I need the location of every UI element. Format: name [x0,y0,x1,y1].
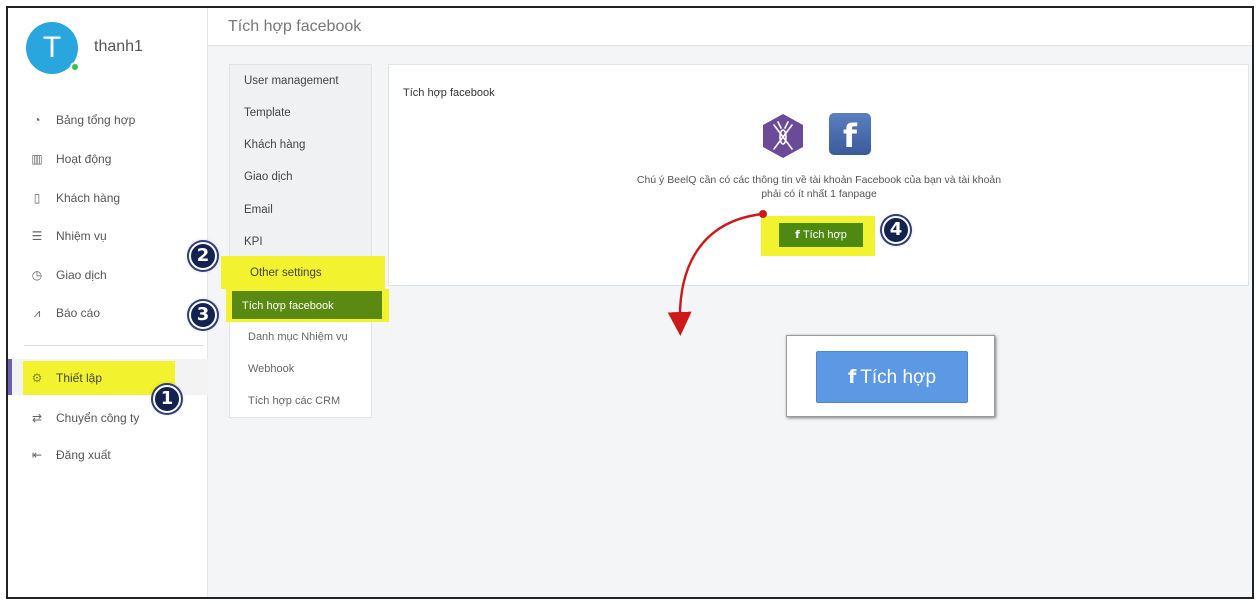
task-icon: ☰ [31,229,43,243]
sidebar-item-tasks[interactable]: ☰ Nhiệm vụ [8,224,208,248]
sidebar-item-reports[interactable]: ⩘ Báo cáo [8,301,208,325]
sidebar-divider [24,345,204,346]
customer-icon: ▯ [33,191,41,205]
sidebar-item-label: Báo cáo [56,306,101,320]
annotation-arrow [667,210,767,336]
sidebar-item-label: Bảng tổng hợp [56,113,136,127]
sidebar: T thanh1 ◔ Bảng tổng hợp ▥ Hoạt động ▯ K… [8,8,208,597]
switch-icon: ⇄ [31,411,43,425]
sidebar-item-label: Hoạt động [56,152,112,166]
gear-icon: ⚙ [31,371,43,385]
button-label: Tích hợp [860,367,937,388]
zoomed-button-preview: f Tích hợp [786,335,995,417]
sidebar-item-label: Đăng xuất [56,448,111,462]
sidebar-item-customers[interactable]: ▯ Khách hàng [8,186,208,210]
sidebar-item-transactions[interactable]: ◷ Giao dịch [8,263,208,287]
sidebar-item-label: Giao dịch [56,268,107,282]
username: thanh1 [94,38,143,55]
sidebar-item-settings[interactable]: ⚙ Thiết lập [8,366,208,390]
online-status-icon [70,62,80,72]
sidebar-item-activity[interactable]: ▥ Hoạt động [8,147,208,171]
facebook-f-icon: f [847,366,857,388]
app-window: T thanh1 ◔ Bảng tổng hợp ▥ Hoạt động ▯ K… [6,6,1254,599]
sidebar-item-dashboard[interactable]: ◔ Bảng tổng hợp [8,108,208,132]
logout-icon: ⇤ [31,448,43,462]
sidebar-item-label: Khách hàng [56,191,121,205]
transaction-icon: ◷ [31,268,43,282]
sidebar-item-switch-company[interactable]: ⇄ Chuyển công ty [8,406,208,430]
main-content: Tích hợp facebook User management Templa… [189,8,1252,597]
settings-item-crm-integration[interactable]: Tích hợp các CRM [248,395,340,407]
sidebar-item-label: Thiết lập [56,371,103,385]
activity-icon: ▥ [31,152,43,166]
sidebar-item-label: Chuyển công ty [56,411,140,425]
dashboard-icon: ◔ [33,113,41,127]
report-icon: ⩘ [33,305,41,320]
step-badge-1: 1 [153,385,181,413]
sidebar-item-label: Nhiệm vụ [56,229,107,243]
zoomed-integrate-button[interactable]: f Tích hợp [816,351,968,403]
sidebar-item-logout[interactable]: ⇤ Đăng xuất [8,443,208,467]
